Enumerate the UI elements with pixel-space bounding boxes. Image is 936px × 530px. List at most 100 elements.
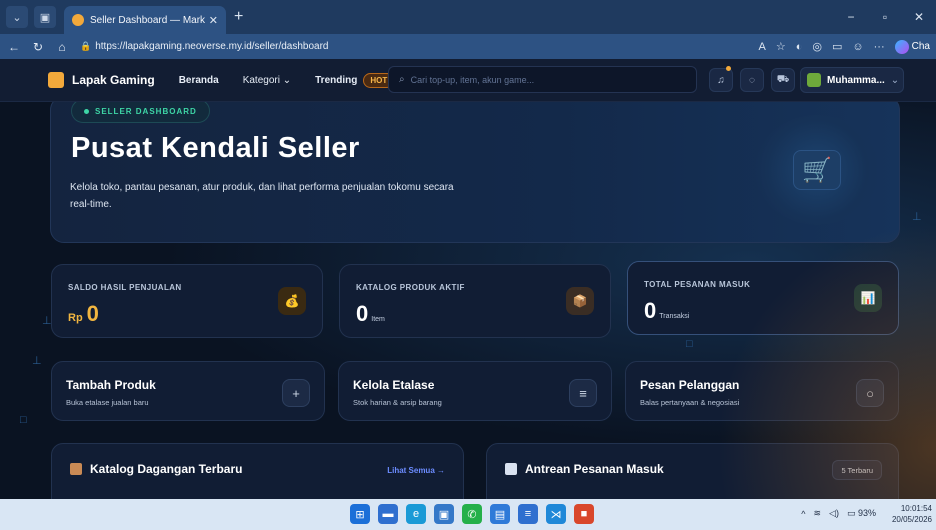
- badge-dot-icon: [84, 108, 89, 114]
- catalog-panel: Katalog Dagangan Terbaru Lihat Semua →: [51, 443, 464, 499]
- hero-banner: SELLER DASHBOARD Pusat Kendali Seller Ke…: [50, 102, 900, 243]
- tab-actions-icon[interactable]: ⌄: [6, 6, 28, 28]
- notification-dot: [726, 66, 731, 71]
- copilot-icon: [894, 39, 909, 54]
- nav-trending-label: Trending: [315, 74, 358, 86]
- panel-title: Katalog Dagangan Terbaru: [70, 462, 242, 476]
- nav-home[interactable]: Beranda: [179, 75, 219, 86]
- action-title: Kelola Etalase: [353, 378, 435, 392]
- extensions-icon[interactable]: ◐: [796, 41, 803, 53]
- cart-icon[interactable]: ⛟: [771, 68, 795, 92]
- tray-expand-icon[interactable]: ^: [801, 509, 805, 519]
- wifi-icon[interactable]: ≋: [813, 508, 821, 519]
- minimize-icon[interactable]: −: [834, 10, 868, 24]
- seller-dashboard-badge: SELLER DASHBOARD: [71, 102, 210, 123]
- user-name: Muhamma...: [827, 74, 885, 86]
- action-subtitle: Buka etalase jualan baru: [66, 398, 149, 407]
- stat-card-balance: SALDO HASIL PENJUALAN Rp 0 💰: [51, 264, 323, 338]
- whatsapp-icon[interactable]: ✆: [462, 504, 482, 524]
- stat-card-catalog: KATALOG PRODUK AKTIF 0 Item 📦: [339, 264, 611, 338]
- volume-icon[interactable]: ◁): [829, 508, 839, 519]
- window-controls: − ▫ ✕: [834, 0, 936, 34]
- url-text: https://lapakgaming.neoverse.my.id/selle…: [95, 41, 329, 52]
- search-placeholder: Cari top-up, item, akun game...: [410, 74, 535, 85]
- files-icon[interactable]: ▤: [490, 504, 510, 524]
- shopping-cart-icon: 🛒: [793, 150, 841, 190]
- nav-category[interactable]: Kategori ⌄: [243, 75, 291, 86]
- browser-tab[interactable]: Seller Dashboard — Marketplace ✕: [64, 6, 226, 34]
- plus-icon[interactable]: +: [282, 379, 310, 407]
- list-icon[interactable]: ≡: [569, 379, 597, 407]
- app-icon[interactable]: ■: [574, 504, 594, 524]
- orders-panel: Antrean Pesanan Masuk 5 Terbaru: [486, 443, 899, 499]
- decorative-square-icon: □: [20, 414, 27, 426]
- clock-date: 20/05/2026: [891, 515, 932, 524]
- brand-logo[interactable]: Lapak Gaming: [48, 72, 155, 88]
- hero-cart-illustration: 🛒: [755, 115, 879, 225]
- page-title: Pusat Kendali Seller: [71, 132, 360, 164]
- stat-unit: Item: [371, 316, 385, 323]
- nav-trending[interactable]: Trending HOT: [315, 72, 395, 88]
- system-clock[interactable]: 10:01:54 20/05/2026: [892, 503, 932, 525]
- close-window-icon[interactable]: ✕: [902, 10, 936, 24]
- notes-icon[interactable]: ≡: [518, 504, 538, 524]
- battery-status[interactable]: ▭ 93%: [847, 508, 876, 519]
- workspaces-icon[interactable]: ▣: [34, 6, 56, 28]
- profile-icon[interactable]: ☺: [852, 41, 863, 53]
- start-menu-icon[interactable]: ⊞: [350, 504, 370, 524]
- home-icon[interactable]: ⌂: [52, 40, 72, 54]
- browser-tab-bar: ⌄ ▣ Seller Dashboard — Marketplace ✕ + −…: [0, 0, 936, 34]
- action-card-customer-messages[interactable]: Pesan Pelanggan Balas pertanyaan & negos…: [625, 361, 899, 421]
- hero-description: Kelola toko, pantau pesanan, atur produk…: [70, 182, 454, 210]
- store-icon[interactable]: ▣: [434, 504, 454, 524]
- stat-value-row: 0 Transaksi: [644, 298, 689, 324]
- action-subtitle: Balas pertanyaan & negosiasi: [640, 398, 740, 407]
- read-aloud-icon[interactable]: A: [759, 41, 766, 53]
- url-field[interactable]: 🔒 https://lapakgaming.neoverse.my.id/sel…: [80, 41, 329, 52]
- refresh-icon[interactable]: ↻: [28, 40, 48, 54]
- search-icon: ⌕: [399, 74, 405, 85]
- stat-unit: Transaksi: [659, 313, 690, 320]
- copilot-label: Cha: [911, 41, 930, 52]
- package-icon: [70, 463, 82, 475]
- split-screen-icon[interactable]: ▭: [832, 40, 842, 53]
- see-all-link[interactable]: Lihat Semua →: [387, 466, 445, 475]
- os-taskbar: ⊞ ▬ e ▣ ✆ ▤ ≡ ⋊ ■ ^ ≋ ◁) ▭ 93% 10:01:54 …: [0, 499, 936, 530]
- badge-label: SELLER DASHBOARD: [95, 106, 197, 116]
- user-menu-button[interactable]: Muhamma... ⌄: [800, 67, 904, 93]
- stat-value-row: 0 Item: [356, 301, 385, 327]
- vscode-icon[interactable]: ⋊: [546, 504, 566, 524]
- action-card-manage-store[interactable]: Kelola Etalase Stok harian & arsip baran…: [338, 361, 612, 421]
- tab-close-icon[interactable]: ✕: [209, 14, 218, 27]
- stat-value-row: Rp 0: [68, 301, 99, 327]
- stat-value: 0: [644, 298, 657, 323]
- notification-bell-icon[interactable]: ♫: [709, 68, 733, 92]
- new-tab-button[interactable]: +: [234, 8, 243, 26]
- stat-value: 0: [356, 301, 369, 326]
- nav-category-label: Kategori: [242, 74, 280, 86]
- copilot-button[interactable]: Cha: [894, 39, 930, 54]
- action-card-add-product[interactable]: Tambah Produk Buka etalase jualan baru +: [51, 361, 325, 421]
- chevron-down-icon: ⌄: [890, 74, 900, 86]
- more-options-icon[interactable]: ···: [874, 41, 885, 53]
- task-view-icon[interactable]: ▬: [378, 504, 398, 524]
- collections-icon[interactable]: ◎: [812, 40, 822, 53]
- back-icon[interactable]: ←: [4, 40, 24, 54]
- chat-icon[interactable]: ◌: [740, 68, 764, 92]
- money-bag-icon: 💰: [278, 287, 306, 315]
- tab-favicon-icon: [72, 14, 84, 26]
- edge-browser-icon[interactable]: e: [406, 504, 426, 524]
- stat-value: 0: [86, 301, 99, 326]
- stat-label: TOTAL PESANAN MASUK: [644, 280, 751, 289]
- panel-title-text: Antrean Pesanan Masuk: [525, 462, 664, 476]
- avatar: [807, 73, 821, 87]
- clock-time: 10:01:54: [900, 504, 932, 513]
- favorite-star-icon[interactable]: ☆: [776, 40, 786, 53]
- stat-card-orders: TOTAL PESANAN MASUK 0 Transaksi 📊: [627, 261, 899, 335]
- chat-icon[interactable]: ○: [856, 379, 884, 407]
- maximize-icon[interactable]: ▫: [868, 10, 902, 24]
- battery-icon: ▭: [846, 508, 856, 518]
- decorative-tick-icon: ⊥: [32, 355, 42, 367]
- search-input[interactable]: ⌕ Cari top-up, item, akun game...: [388, 66, 697, 93]
- browser-toolbar-right: A ☆ ◐ ◎ ▭ ☺ ··· Cha: [759, 34, 936, 59]
